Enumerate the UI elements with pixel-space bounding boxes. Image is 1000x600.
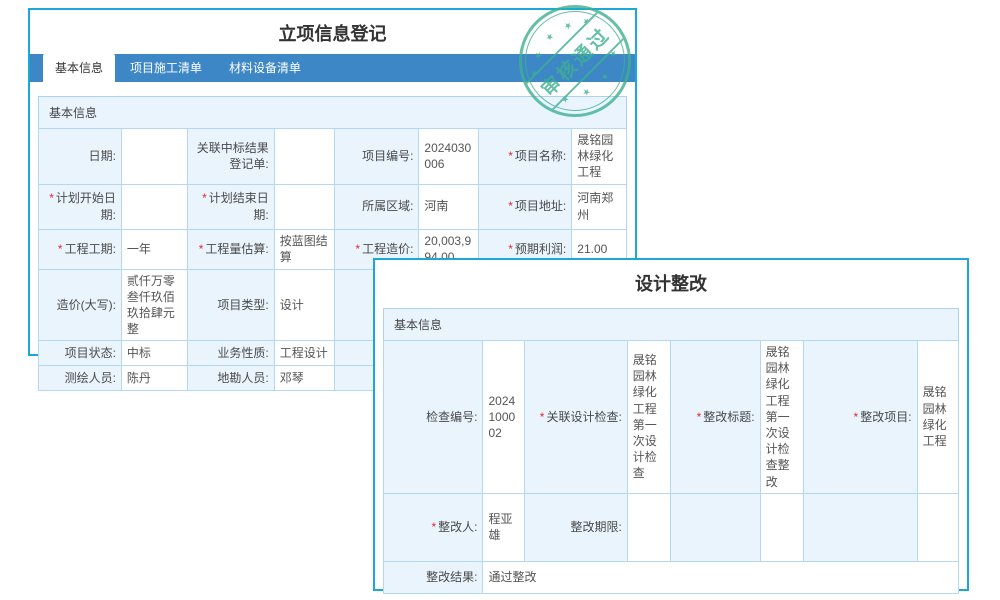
field-label: 项目状态: [39, 341, 122, 366]
field-value [274, 184, 334, 229]
rectification-info-table: 检查编号: 2024100002 *关联设计检查: 晟铭园林绿化工程第一次设计检… [383, 340, 959, 594]
field-label-text: 项目地址: [515, 199, 566, 213]
field-label-text: 计划开始日期: [56, 191, 116, 221]
required-asterisk: * [854, 410, 859, 424]
field-value: 中标 [121, 341, 187, 366]
field-value: 一年 [121, 229, 187, 269]
tab-basic-info[interactable]: 基本信息 [43, 54, 115, 82]
field-value: 程亚雄 [483, 493, 525, 561]
field-label-text: 整改项目: [860, 410, 911, 424]
table-row: *整改人: 程亚雄 整改期限: [384, 493, 959, 561]
field-value: 工程设计 [274, 341, 334, 366]
field-value: 晟铭园林绿化工程第一次设计检查 [627, 341, 670, 494]
panel2-content: 基本信息 检查编号: 2024100002 *关联设计检查: 晟铭园林绿化工程第… [375, 304, 967, 594]
required-asterisk: * [508, 199, 513, 213]
field-label-text: 工程量估算: [205, 242, 268, 256]
field-label: 关联中标结果登记单: [187, 129, 274, 185]
field-value: 晟铭园林绿化工程第一次设计检查整改 [760, 341, 803, 494]
table-row: *计划开始日期: *计划结束日期: 所属区域: 河南 *项目地址: 河南郑州 [39, 184, 627, 229]
field-value: 贰仟万零叁仟玖佰玖拾肆元整 [121, 269, 187, 341]
field-value: 河南郑州 [572, 184, 627, 229]
field-label-text: 关联设计检查: [546, 410, 621, 424]
field-value: 2024100002 [483, 341, 525, 494]
field-label: 日期: [39, 129, 122, 185]
required-asterisk: * [508, 149, 513, 163]
field-value: 邓琴 [274, 366, 334, 391]
field-value: 按蓝图结算 [274, 229, 334, 269]
field-label: *项目地址: [478, 184, 571, 229]
table-row: 检查编号: 2024100002 *关联设计检查: 晟铭园林绿化工程第一次设计检… [384, 341, 959, 494]
field-label-text: 工程工期: [65, 242, 116, 256]
field-value [274, 129, 334, 185]
field-label: 整改期限: [525, 493, 627, 561]
design-rectification-window: 设计整改 基本信息 检查编号: 2024100002 *关联设计检查: 晟铭园林… [373, 258, 969, 591]
field-label: *工程工期: [39, 229, 122, 269]
field-label: 检查编号: [384, 341, 483, 494]
required-asterisk: * [199, 242, 204, 256]
field-label-text: 计划结束日期: [209, 191, 269, 221]
field-label: *项目名称: [478, 129, 571, 185]
required-asterisk: * [508, 242, 513, 256]
field-value [121, 129, 187, 185]
field-label: 造价(大写): [39, 269, 122, 341]
field-label: 地勘人员: [187, 366, 274, 391]
field-value: 晟铭园林绿化工程 [572, 129, 627, 185]
field-label-text: 工程造价: [362, 242, 413, 256]
field-label-text: 预期利润: [515, 242, 566, 256]
field-value: 河南 [419, 184, 478, 229]
field-label: 项目编号: [334, 129, 419, 185]
required-asterisk: * [355, 242, 360, 256]
field-value: 2024030006 [419, 129, 478, 185]
field-label: *整改人: [384, 493, 483, 561]
field-label: 项目类型: [187, 269, 274, 341]
field-value [917, 493, 958, 561]
field-label: *计划开始日期: [39, 184, 122, 229]
required-asterisk: * [431, 520, 436, 534]
required-asterisk: * [697, 410, 702, 424]
table-row: 日期: 关联中标结果登记单: 项目编号: 2024030006 *项目名称: 晟… [39, 129, 627, 185]
field-value [760, 493, 803, 561]
field-label: *工程量估算: [187, 229, 274, 269]
field-value: 陈丹 [121, 366, 187, 391]
field-label [803, 493, 917, 561]
field-label [670, 493, 760, 561]
field-label: *关联设计检查: [525, 341, 627, 494]
tab-construction-list[interactable]: 项目施工清单 [118, 54, 214, 82]
field-value [121, 184, 187, 229]
field-label-text: 整改标题: [703, 410, 754, 424]
field-label: 测绘人员: [39, 366, 122, 391]
field-value: 设计 [274, 269, 334, 341]
tab-material-equipment-list[interactable]: 材料设备清单 [217, 54, 313, 82]
required-asterisk: * [540, 410, 545, 424]
field-label: *计划结束日期: [187, 184, 274, 229]
field-value: 通过整改 [483, 561, 959, 593]
field-label-text: 整改人: [438, 520, 477, 534]
field-label: 业务性质: [187, 341, 274, 366]
field-label: *整改标题: [670, 341, 760, 494]
required-asterisk: * [202, 191, 207, 205]
page-title: 设计整改 [375, 260, 967, 304]
section-header: 基本信息 [383, 308, 959, 340]
field-value [627, 493, 670, 561]
table-row: 整改结果: 通过整改 [384, 561, 959, 593]
field-label: 所属区域: [334, 184, 419, 229]
required-asterisk: * [58, 242, 63, 256]
required-asterisk: * [49, 191, 54, 205]
field-label: 整改结果: [384, 561, 483, 593]
field-label: *整改项目: [803, 341, 917, 494]
field-label-text: 项目名称: [515, 149, 566, 163]
field-value: 晟铭园林绿化工程 [917, 341, 958, 494]
